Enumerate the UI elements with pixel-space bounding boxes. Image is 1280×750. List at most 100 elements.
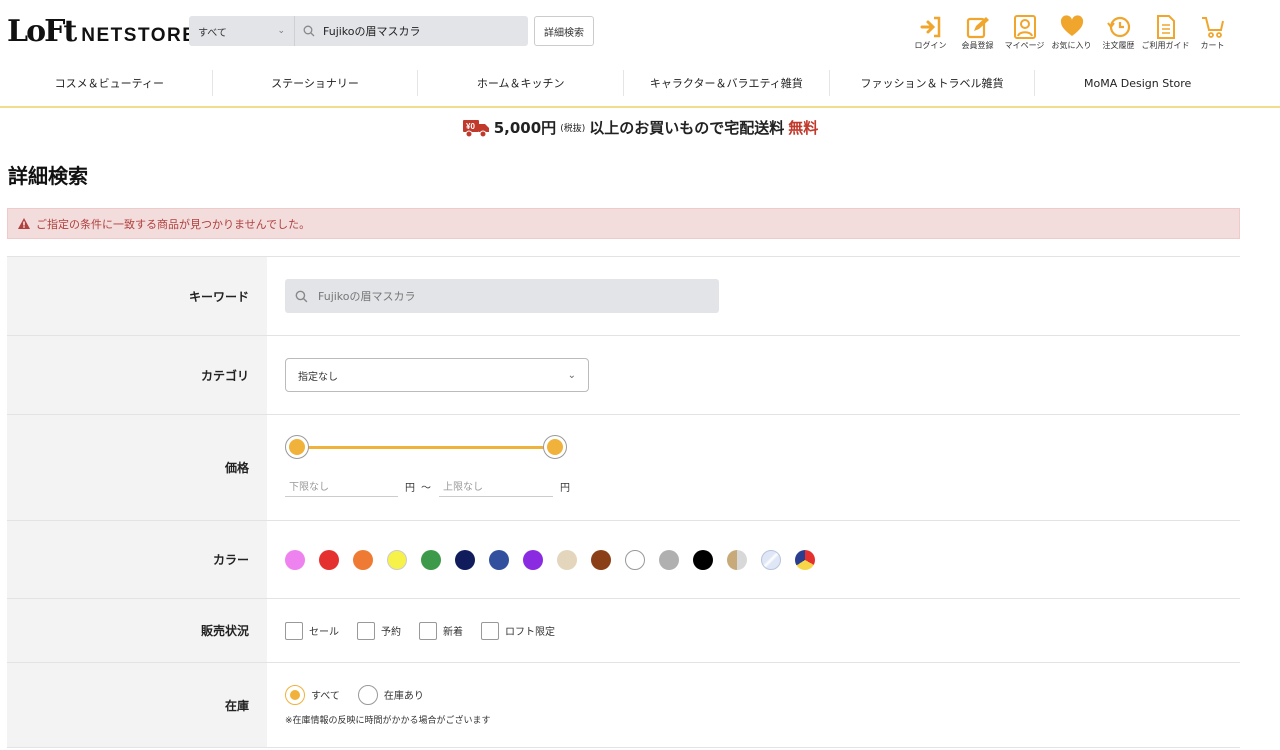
search-scope-value: すべて bbox=[198, 27, 227, 39]
guide-icon bbox=[1156, 15, 1175, 39]
favorites-label: お気に入り bbox=[1051, 41, 1092, 50]
status-sale-label: セール bbox=[309, 627, 339, 638]
login-link[interactable]: ログイン bbox=[907, 14, 954, 51]
mypage-link[interactable]: マイページ bbox=[1001, 14, 1048, 51]
keyword-label: キーワード bbox=[7, 257, 267, 335]
stock-in-stock-radio[interactable]: 在庫あり bbox=[357, 684, 424, 705]
banner-text: 以上のお買いもので宅配送料 bbox=[589, 118, 785, 137]
register-label: 会員登録 bbox=[961, 41, 994, 50]
nav-item-cosme[interactable]: コスメ＆ビューティー bbox=[7, 70, 213, 96]
status-loft-limited-checkbox[interactable]: ロフト限定 bbox=[481, 621, 555, 640]
login-icon bbox=[920, 16, 940, 38]
category-row: カテゴリ 指定なし ⌄ bbox=[7, 336, 1240, 415]
cart-link[interactable]: カート bbox=[1189, 14, 1236, 51]
color-swatch-green[interactable] bbox=[421, 549, 441, 570]
price-min-input[interactable]: 下限なし bbox=[285, 475, 398, 497]
color-swatch-navy[interactable] bbox=[455, 549, 475, 570]
color-swatch-multi[interactable] bbox=[795, 549, 815, 570]
keyword-row: キーワード Fujikoの眉マスカラ bbox=[7, 257, 1240, 336]
favorites-link[interactable]: お気に入り bbox=[1048, 14, 1095, 51]
color-swatch-gray[interactable] bbox=[659, 549, 679, 570]
register-icon bbox=[966, 17, 989, 39]
site-header: LoFt NETSTORE すべて ⌄ Fujikoの眉マスカラ 詳細検索 ログ… bbox=[0, 0, 1280, 66]
mypage-icon bbox=[1013, 15, 1036, 39]
header-icon-menu: ログイン 会員登録 マイページ お気に入り 注文履歴 ご利用ガイド カート bbox=[907, 14, 1236, 51]
checkbox-box bbox=[419, 621, 437, 640]
chevron-down-icon: ⌄ bbox=[277, 26, 285, 36]
color-swatch-pink[interactable] bbox=[285, 549, 305, 570]
price-min-unit: 円 bbox=[405, 483, 415, 494]
status-preorder-label: 予約 bbox=[381, 627, 401, 638]
price-slider-track bbox=[297, 446, 555, 449]
stock-in-stock-label: 在庫あり bbox=[383, 691, 424, 702]
search-icon bbox=[295, 290, 308, 302]
color-swatch-beige[interactable] bbox=[557, 549, 577, 570]
cart-icon bbox=[1201, 17, 1224, 38]
color-swatch-clear[interactable] bbox=[761, 549, 781, 570]
stock-label: 在庫 bbox=[7, 663, 267, 747]
banner-amount: 5,000円 bbox=[493, 118, 557, 137]
checkbox-box bbox=[357, 621, 375, 640]
nav-item-home-kitchen[interactable]: ホーム＆キッチン bbox=[418, 70, 625, 96]
chevron-down-icon: ⌄ bbox=[567, 369, 576, 381]
price-max-input[interactable]: 上限なし bbox=[439, 475, 553, 497]
color-swatch-blue[interactable] bbox=[489, 549, 509, 570]
color-swatch-white[interactable] bbox=[625, 549, 645, 570]
stock-all-radio[interactable]: すべて bbox=[285, 684, 340, 705]
logo-mark: LoFt bbox=[7, 14, 77, 49]
keyword-input[interactable]: Fujikoの眉マスカラ bbox=[285, 279, 719, 313]
nav-item-character[interactable]: キャラクター＆バラエティ雑貨 bbox=[624, 70, 830, 96]
status-new-checkbox[interactable]: 新着 bbox=[419, 621, 463, 640]
detail-search-form: キーワード Fujikoの眉マスカラ カテゴリ 指定なし ⌄ 価格 下限なし 円 bbox=[7, 256, 1240, 748]
price-slider-max-handle[interactable] bbox=[543, 435, 567, 459]
price-label: 価格 bbox=[7, 415, 267, 520]
color-swatch-orange[interactable] bbox=[353, 549, 373, 570]
status-new-label: 新着 bbox=[443, 627, 463, 638]
color-swatch-gold-silver[interactable] bbox=[727, 549, 747, 570]
color-label: カラー bbox=[7, 521, 267, 598]
page-title: 詳細検索 bbox=[8, 164, 88, 188]
detail-search-button[interactable]: 詳細検索 bbox=[534, 16, 594, 46]
delivery-truck-icon: ¥0 bbox=[462, 120, 489, 138]
price-range-separator: 〜 bbox=[421, 483, 431, 494]
search-scope-select[interactable]: すべて ⌄ bbox=[189, 16, 295, 46]
stock-radio-group: すべて 在庫あり bbox=[285, 684, 424, 705]
alert-text: ご指定の条件に一致する商品が見つかりませんでした。 bbox=[36, 217, 311, 231]
color-swatch-purple[interactable] bbox=[523, 549, 543, 570]
history-icon bbox=[1106, 16, 1130, 38]
radio-unselected bbox=[357, 684, 378, 705]
color-swatch-black[interactable] bbox=[693, 549, 713, 570]
category-value: 指定なし bbox=[298, 371, 338, 383]
search-icon bbox=[303, 25, 315, 37]
category-select[interactable]: 指定なし ⌄ bbox=[285, 358, 589, 392]
loft-logo[interactable]: LoFt NETSTORE bbox=[7, 14, 196, 50]
nav-item-moma[interactable]: MoMA Design Store bbox=[1035, 70, 1240, 96]
color-row: カラー bbox=[7, 521, 1240, 599]
status-sale-checkbox[interactable]: セール bbox=[285, 621, 339, 640]
keyword-value: Fujikoの眉マスカラ bbox=[318, 290, 416, 303]
color-swatch-yellow[interactable] bbox=[387, 549, 407, 570]
stock-note: ※在庫情報の反映に時間がかかる場合がございます bbox=[285, 715, 491, 726]
nav-item-fashion-travel[interactable]: ファッション＆トラベル雑貨 bbox=[830, 70, 1036, 96]
guide-label: ご利用ガイド bbox=[1141, 41, 1190, 50]
login-label: ログイン bbox=[914, 41, 947, 50]
heart-icon bbox=[1060, 15, 1083, 37]
color-swatch-red[interactable] bbox=[319, 549, 339, 570]
radio-selected bbox=[285, 684, 305, 705]
category-label: カテゴリ bbox=[7, 336, 267, 414]
banner-tax: (税抜) bbox=[560, 123, 586, 134]
register-link[interactable]: 会員登録 bbox=[954, 14, 1001, 51]
status-row: 販売状況 セール 予約 新着 ロフト限定 bbox=[7, 599, 1240, 663]
color-swatch-brown[interactable] bbox=[591, 549, 611, 570]
price-slider-min-handle[interactable] bbox=[285, 435, 309, 459]
search-input[interactable]: Fujikoの眉マスカラ bbox=[295, 23, 421, 39]
color-swatches bbox=[285, 549, 815, 570]
no-results-alert: ご指定の条件に一致する商品が見つかりませんでした。 bbox=[7, 208, 1240, 239]
nav-item-stationery[interactable]: ステーショナリー bbox=[213, 70, 419, 96]
stock-row: 在庫 すべて 在庫あり ※在庫情報の反映に時間がかかる場合がございます bbox=[7, 663, 1240, 748]
banner-free: 無料 bbox=[788, 118, 819, 137]
price-row: 価格 下限なし 円 〜 上限なし 円 bbox=[7, 415, 1240, 521]
status-preorder-checkbox[interactable]: 予約 bbox=[357, 621, 401, 640]
order-history-link[interactable]: 注文履歴 bbox=[1095, 14, 1142, 51]
guide-link[interactable]: ご利用ガイド bbox=[1141, 14, 1190, 51]
